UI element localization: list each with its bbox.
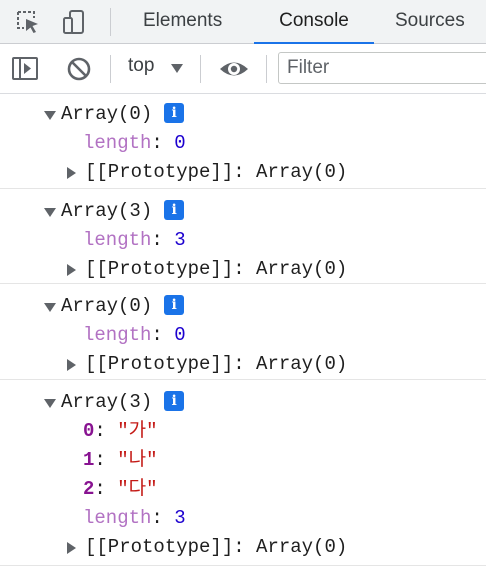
property-row: 2: "다" — [0, 475, 486, 504]
array-summary: Array(3) — [61, 391, 153, 413]
toolbar-divider — [110, 55, 111, 83]
prototype-key: [[Prototype]] — [85, 258, 234, 280]
expand-arrow-icon[interactable] — [44, 399, 56, 408]
prototype-row[interactable]: [[Prototype]]: Array(0) — [0, 255, 486, 284]
chevron-down-icon[interactable] — [170, 62, 184, 80]
expand-arrow-icon[interactable] — [44, 208, 56, 217]
collapse-arrow-icon[interactable] — [67, 359, 76, 371]
sidebar-toggle-icon[interactable] — [11, 55, 39, 83]
prototype-value: Array(0) — [256, 258, 348, 280]
property-row: 0: "가" — [0, 417, 486, 446]
property-row: length: 3 — [0, 226, 486, 255]
property-key: length — [83, 229, 152, 251]
array-summary-row[interactable]: Array(3) i — [0, 197, 486, 226]
property-separator: : — [94, 449, 118, 471]
tab-sources[interactable]: Sources — [395, 0, 465, 44]
property-key: length — [83, 324, 152, 346]
prototype-key: [[Prototype]] — [85, 353, 234, 375]
array-summary: Array(3) — [61, 200, 153, 222]
string-value: "가" — [117, 420, 158, 442]
inspect-element-icon[interactable] — [14, 8, 42, 36]
prototype-key: [[Prototype]] — [85, 536, 234, 558]
property-value: 0 — [174, 324, 186, 346]
property-value: 0 — [174, 132, 186, 154]
prototype-separator: : — [233, 536, 257, 558]
prototype-row[interactable]: [[Prototype]]: Array(0) — [0, 350, 486, 379]
property-separator: : — [151, 507, 175, 529]
string-value: "다" — [117, 478, 158, 500]
property-key: length — [83, 132, 152, 154]
property-row: length: 0 — [0, 129, 486, 158]
toolbar-divider — [200, 55, 201, 83]
prototype-row[interactable]: [[Prototype]]: Array(0) — [0, 158, 486, 187]
property-separator: : — [151, 132, 175, 154]
collapse-arrow-icon[interactable] — [67, 542, 76, 554]
prototype-separator: : — [233, 258, 257, 280]
property-separator: : — [94, 420, 118, 442]
array-summary: Array(0) — [61, 295, 153, 317]
prototype-separator: : — [233, 353, 257, 375]
info-icon[interactable]: i — [164, 295, 185, 315]
property-separator: : — [94, 478, 118, 500]
info-icon[interactable]: i — [164, 200, 185, 220]
array-summary: Array(0) — [61, 103, 153, 125]
array-summary-row[interactable]: Array(3) i — [0, 388, 486, 417]
array-summary-row[interactable]: Array(0) i — [0, 292, 486, 321]
tab-elements[interactable]: Elements — [143, 0, 222, 44]
array-summary-row[interactable]: Array(0) i — [0, 100, 486, 129]
toolbar-divider — [110, 8, 111, 36]
tab-console[interactable]: Console — [254, 0, 374, 44]
prototype-value: Array(0) — [256, 353, 348, 375]
console-message: Array(0) i length: 0 [[Prototype]]: Array… — [0, 94, 486, 189]
property-separator: : — [151, 324, 175, 346]
index-key: 1 — [83, 449, 95, 471]
property-row: length: 0 — [0, 321, 486, 350]
expand-arrow-icon[interactable] — [44, 303, 56, 312]
clear-console-icon[interactable] — [65, 55, 93, 83]
filter-input[interactable] — [278, 52, 486, 84]
info-icon[interactable]: i — [164, 103, 185, 123]
console-message: Array(3) i 0: "가" 1: "나" 2: "다" length: 3… — [0, 380, 486, 566]
index-key: 2 — [83, 478, 95, 500]
index-key: 0 — [83, 420, 95, 442]
live-expression-eye-icon[interactable] — [219, 55, 248, 83]
prototype-row[interactable]: [[Prototype]]: Array(0) — [0, 533, 486, 562]
collapse-arrow-icon[interactable] — [67, 167, 76, 179]
string-value: "나" — [117, 449, 158, 471]
prototype-value: Array(0) — [256, 536, 348, 558]
prototype-value: Array(0) — [256, 161, 348, 183]
console-output: Array(0) i length: 0 [[Prototype]]: Array… — [0, 94, 486, 566]
collapse-arrow-icon[interactable] — [67, 264, 76, 276]
prototype-separator: : — [233, 161, 257, 183]
property-key: length — [83, 507, 152, 529]
console-message: Array(3) i length: 3 [[Prototype]]: Array… — [0, 189, 486, 284]
property-separator: : — [151, 229, 175, 251]
expand-arrow-icon[interactable] — [44, 111, 56, 120]
property-value: 3 — [174, 507, 186, 529]
console-toolbar: top — [0, 44, 486, 94]
context-selector[interactable]: top — [128, 55, 154, 77]
device-toolbar-icon[interactable] — [61, 8, 89, 36]
prototype-key: [[Prototype]] — [85, 161, 234, 183]
info-icon[interactable]: i — [164, 391, 185, 411]
property-row: length: 3 — [0, 504, 486, 533]
console-message: Array(0) i length: 0 [[Prototype]]: Array… — [0, 284, 486, 380]
devtools-tabbar: Elements Console Sources — [0, 0, 486, 44]
toolbar-divider — [266, 55, 267, 83]
property-row: 1: "나" — [0, 446, 486, 475]
property-value: 3 — [174, 229, 186, 251]
